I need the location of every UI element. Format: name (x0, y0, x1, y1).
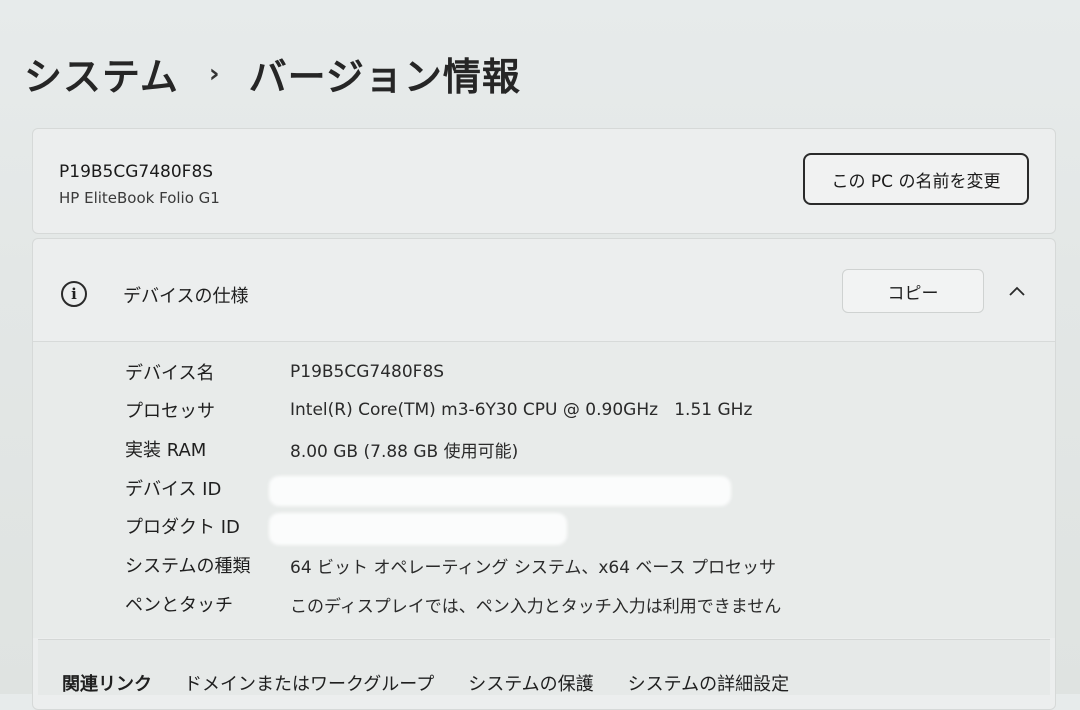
spec-row-processor: プロセッサ Intel(R) Core(TM) m3-6Y30 CPU @ 0.… (125, 395, 752, 425)
link-system-protection[interactable]: システムの保護 (468, 670, 593, 696)
spec-label: システムの種類 (125, 556, 251, 577)
breadcrumb-separator: › (208, 58, 221, 89)
spec-row-ram: 実装 RAM 8.00 GB (7.88 GB 使用可能) (125, 434, 518, 464)
spec-row-device-name: デバイス名 P19B5CG7480F8S (125, 357, 444, 387)
spec-title: デバイスの仕様 (123, 286, 249, 307)
rename-pc-button[interactable]: この PC の名前を変更 (803, 153, 1029, 205)
related-links-label: 関連リンク (62, 674, 152, 695)
related-links-bar: 関連リンク ドメインまたはワークグループ システムの保護 システムの詳細設定 (38, 639, 1050, 695)
spec-label: プロセッサ (125, 401, 215, 422)
copy-button[interactable]: コピー (842, 269, 984, 313)
device-name-card: P19B5CG7480F8S HP EliteBook Folio G1 この … (32, 128, 1056, 234)
spec-label: デバイス ID (125, 479, 222, 500)
spec-row-product-id: プロダクト ID (125, 511, 290, 541)
spec-value: 64 ビット オペレーティング システム、x64 ベース プロセッサ (290, 557, 776, 578)
spec-header[interactable]: i デバイスの仕様 コピー (33, 239, 1055, 342)
spec-row-pen-touch: ペンとタッチ このディスプレイでは、ペン入力とタッチ入力は利用できません (125, 589, 781, 619)
spec-value: 8.00 GB (7.88 GB 使用可能) (290, 441, 519, 462)
spec-value: Intel(R) Core(TM) m3-6Y30 CPU @ 0.90GHz … (290, 400, 753, 420)
redacted-product-id (269, 513, 567, 545)
spec-label: 実装 RAM (125, 440, 207, 461)
pc-model: HP EliteBook Folio G1 (59, 189, 220, 207)
spec-label: ペンとタッチ (125, 595, 233, 616)
breadcrumb: システム › バージョン情報 (24, 46, 521, 101)
chevron-up-icon[interactable] (1005, 279, 1029, 303)
spec-row-device-id: デバイス ID (125, 473, 290, 503)
related-links: 関連リンク ドメインまたはワークグループ システムの保護 システムの詳細設定 (62, 670, 823, 696)
spec-body: デバイス名 P19B5CG7480F8S プロセッサ Intel(R) Core… (33, 342, 1055, 638)
pc-name: P19B5CG7480F8S (59, 162, 214, 182)
page-title: バージョン情報 (248, 55, 521, 99)
spec-label: プロダクト ID (125, 517, 240, 538)
spec-value: P19B5CG7480F8S (290, 362, 445, 382)
link-domain-workgroup[interactable]: ドメインまたはワークグループ (184, 670, 434, 696)
spec-value: このディスプレイでは、ペン入力とタッチ入力は利用できません (290, 596, 782, 617)
link-advanced-system-settings[interactable]: システムの詳細設定 (628, 670, 789, 696)
spec-row-system-type: システムの種類 64 ビット オペレーティング システム、x64 ベース プロセ… (125, 550, 776, 580)
breadcrumb-parent[interactable]: システム (24, 46, 179, 101)
redacted-device-id (269, 476, 731, 506)
info-icon: i (61, 281, 87, 307)
spec-label: デバイス名 (125, 363, 215, 384)
